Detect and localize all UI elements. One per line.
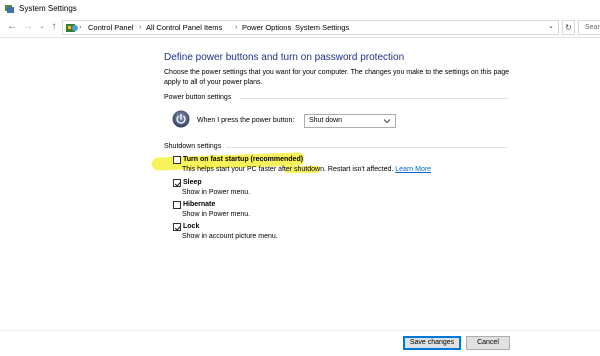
fast-startup-checkbox[interactable] <box>173 156 181 164</box>
page-description: Choose the power settings that you want … <box>164 69 510 86</box>
power-button-settings-label: Power button settings <box>164 94 232 101</box>
shutdown-settings-label: Shutdown settings <box>164 143 222 150</box>
search-input[interactable]: Sear <box>578 20 600 35</box>
breadcrumb-all-items[interactable]: All Control Panel Items <box>146 23 222 32</box>
lock-checkbox[interactable] <box>173 223 182 231</box>
hibernate-title: Hibernate <box>183 201 216 208</box>
cancel-button[interactable]: Cancel <box>466 336 510 350</box>
sleep-title: Sleep <box>183 179 202 186</box>
address-dropdown-icon[interactable]: ⌄ <box>548 22 554 30</box>
fast-startup-description: This helps start your PC faster after sh… <box>182 166 431 173</box>
breadcrumb-system-settings[interactable]: System Settings <box>295 23 349 32</box>
section-divider <box>240 98 508 99</box>
main-content: Define power buttons and turn on passwor… <box>0 38 600 330</box>
lock-title: Lock <box>183 223 200 230</box>
breadcrumb-separator-icon: › <box>235 22 238 31</box>
chevron-down-icon <box>383 119 391 124</box>
title-bar: System Settings <box>0 0 600 18</box>
breadcrumb-control-panel[interactable]: Control Panel <box>88 23 133 32</box>
sleep-checkbox[interactable] <box>173 179 182 187</box>
footer-divider <box>0 330 600 331</box>
power-icon <box>172 110 190 128</box>
section-divider <box>226 147 508 148</box>
hibernate-checkbox[interactable] <box>173 201 181 209</box>
power-button-action-select[interactable]: Shut down <box>304 114 396 128</box>
breadcrumb-separator-icon: › <box>79 22 82 31</box>
fast-startup-title: Turn on fast startup (recommended) <box>183 156 304 163</box>
learn-more-link[interactable]: Learn More <box>395 166 431 173</box>
address-bar: ← → ⌄ ↑ › Control Panel › All Control Pa… <box>0 18 600 38</box>
up-arrow-icon[interactable]: ↑ <box>48 21 60 33</box>
lock-description: Show in account picture menu. <box>182 233 278 240</box>
fast-startup-description-text: This helps start your PC faster after sh… <box>182 166 394 173</box>
page-heading: Define power buttons and turn on passwor… <box>164 52 405 63</box>
address-box[interactable]: › Control Panel › All Control Panel Item… <box>62 20 559 35</box>
refresh-button[interactable]: ↻ <box>562 20 575 35</box>
control-panel-icon <box>66 24 78 32</box>
breadcrumb-separator-icon: › <box>139 22 142 31</box>
system-settings-icon <box>5 5 14 13</box>
breadcrumb-separator-icon: › <box>288 22 291 31</box>
refresh-icon: ↻ <box>565 23 572 32</box>
breadcrumb-power-options[interactable]: Power Options <box>242 23 291 32</box>
save-changes-button[interactable]: Save changes <box>403 336 461 350</box>
power-button-action-value: Shut down <box>309 117 343 124</box>
forward-arrow-icon[interactable]: → <box>22 21 34 33</box>
checkmark-icon <box>174 225 182 231</box>
hibernate-description: Show in Power menu. <box>182 211 251 218</box>
sleep-description: Show in Power menu. <box>182 189 251 196</box>
window-title: System Settings <box>19 4 77 13</box>
recent-locations-chevron-icon[interactable]: ⌄ <box>36 21 48 33</box>
back-arrow-icon[interactable]: ← <box>6 21 18 33</box>
power-button-label: When I press the power button: <box>197 117 295 124</box>
checkmark-icon <box>174 181 182 187</box>
